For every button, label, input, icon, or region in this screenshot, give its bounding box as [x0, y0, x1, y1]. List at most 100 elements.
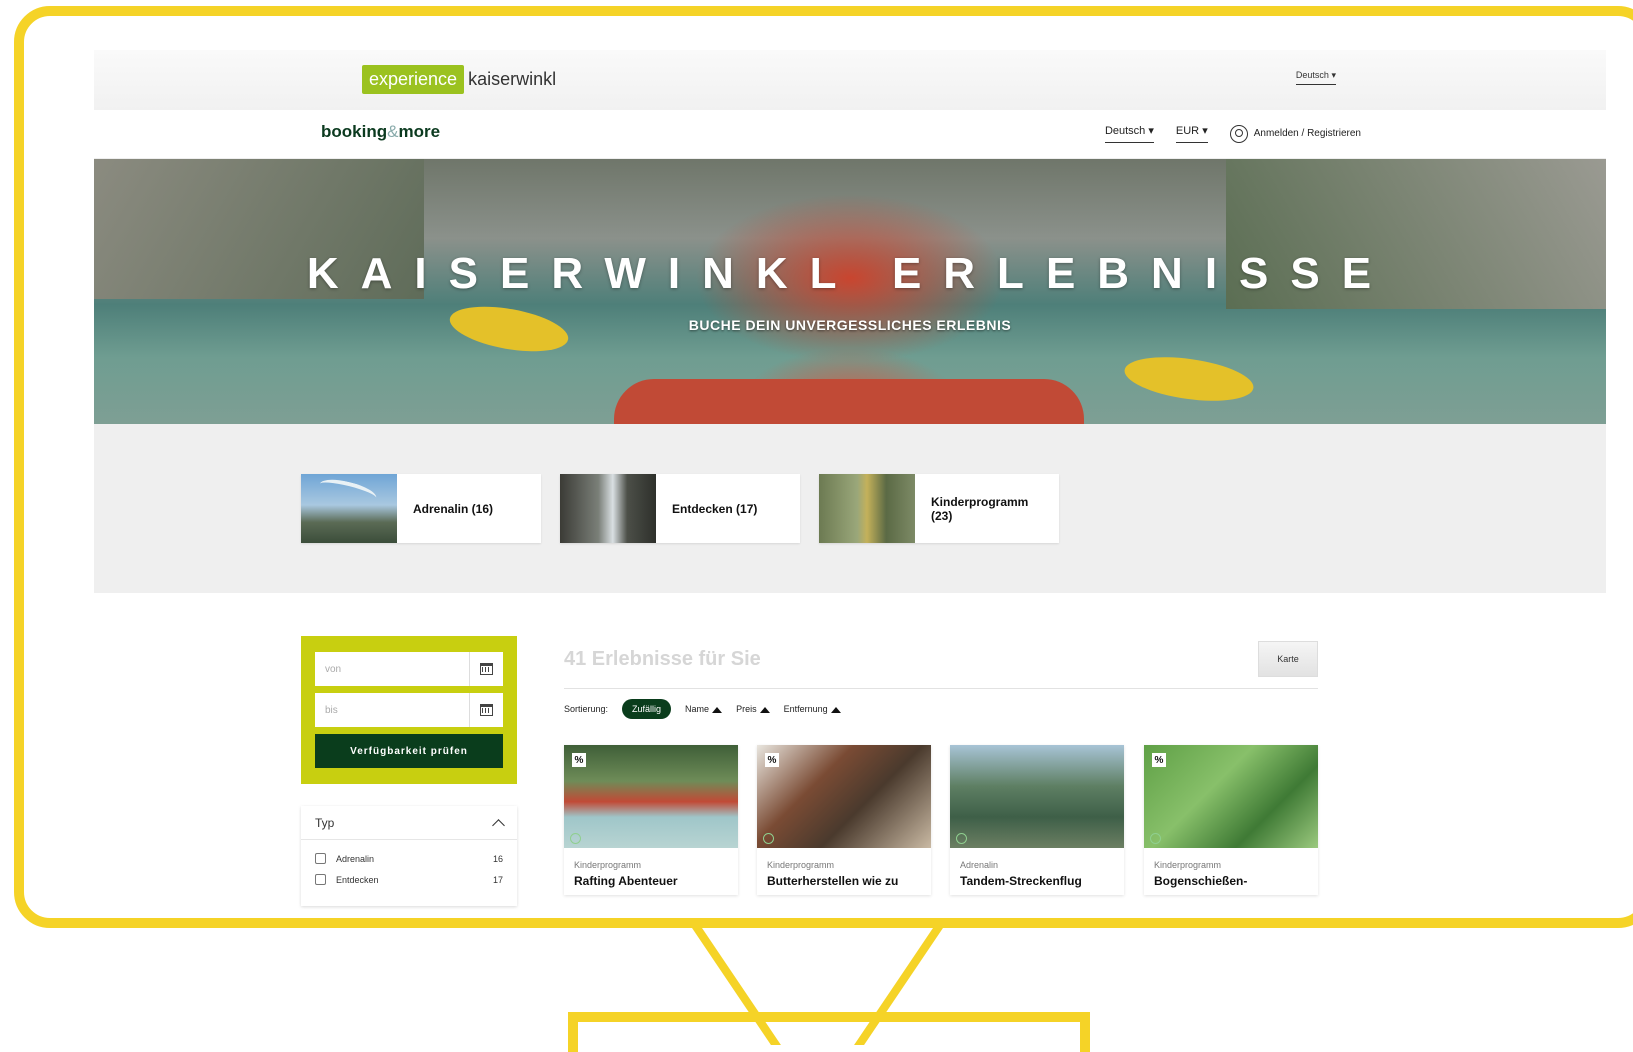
chevron-up-icon [492, 818, 505, 832]
language-select[interactable]: Deutsch ▾ [1104, 124, 1154, 143]
booking-more-logo[interactable]: booking&more [321, 122, 440, 142]
login-label: Anmelden / Registrieren [1253, 128, 1361, 139]
logo-experience: experience [362, 64, 465, 94]
category-thumb-waterfall [560, 474, 656, 543]
category-thumb-paraglider [301, 474, 397, 543]
calendar-icon [480, 704, 493, 716]
checkbox[interactable] [315, 853, 326, 864]
date-from-calendar-button[interactable] [469, 652, 503, 686]
type-filter-option[interactable]: Entdecken 17 [301, 869, 517, 890]
check-availability-button[interactable]: Verfügbarkeit prüfen [315, 734, 503, 768]
zoom-icon[interactable] [570, 833, 581, 844]
logo-amp: & [387, 122, 399, 141]
checkbox[interactable] [315, 874, 326, 885]
login-link[interactable]: Anmelden / Registrieren [1229, 124, 1361, 143]
type-filter-option[interactable]: Adrenalin 16 [301, 848, 517, 869]
monitor-frame: experience kaiserwinkl Deutsch ▾ booking… [14, 6, 1633, 928]
card-title: Butterherstellen wie zu [767, 874, 899, 888]
logo-kaiserwinkl: kaiserwinkl [468, 68, 557, 89]
language-label: Deutsch [1104, 125, 1146, 137]
card-category: Adrenalin [960, 860, 999, 870]
date-to-input[interactable] [315, 693, 469, 727]
sort-asc-icon [712, 706, 723, 713]
brand-language-select[interactable]: Deutsch ▾ [1295, 70, 1336, 85]
sort-price-button[interactable]: Preis [736, 704, 770, 714]
experience-card[interactable]: % Kinderprogramm Butterherstellen wie zu [757, 745, 931, 895]
experience-card[interactable]: Adrenalin Tandem-Streckenflug [950, 745, 1124, 895]
logo-more: more [398, 122, 441, 141]
sort-asc-icon [830, 706, 841, 713]
map-button[interactable]: Karte [1258, 641, 1318, 677]
results-divider [564, 688, 1318, 689]
type-option-label: Adrenalin [336, 853, 375, 864]
hero-paddle-right [1121, 350, 1257, 408]
experience-kaiserwinkl-logo[interactable]: experience kaiserwinkl [362, 64, 556, 94]
sort-option-label: Preis [736, 704, 757, 714]
browser-screen: experience kaiserwinkl Deutsch ▾ booking… [94, 50, 1606, 918]
card-image-paragliding [950, 745, 1124, 848]
currency-label: EUR [1175, 125, 1200, 137]
experience-card[interactable]: % Kinderprogramm Rafting Abenteuer [564, 745, 738, 895]
header-nav: Deutsch ▾ EUR ▾ Anmelden / Registrieren [1104, 124, 1361, 143]
category-thumb-forest [819, 474, 915, 543]
calendar-icon [480, 663, 493, 675]
experience-card[interactable]: % Kinderprogramm Bogenschießen- [1144, 745, 1318, 895]
sort-random-button[interactable]: Zufällig [622, 699, 672, 719]
monitor-stand-base [568, 1012, 1090, 1052]
discount-badge: % [572, 753, 586, 767]
device-illustration: experience kaiserwinkl Deutsch ▾ booking… [0, 0, 1633, 1052]
brand-bar: experience kaiserwinkl Deutsch ▾ [94, 50, 1606, 110]
type-option-label: Entdecken [336, 874, 379, 885]
sort-option-label: Entfernung [783, 704, 828, 714]
availability-filter: Verfügbarkeit prüfen [301, 636, 517, 784]
brand-language-label: Deutsch [1295, 70, 1329, 80]
category-strip: Adrenalin (16) Entdecken (17) Kinderprog… [94, 424, 1606, 593]
card-title: Bogenschießen- [1154, 874, 1248, 888]
results-heading: 41 Erlebnisse für Sie [564, 648, 761, 670]
sort-name-button[interactable]: Name [685, 704, 723, 714]
results-section: Verfügbarkeit prüfen Typ Adrenalin 16 [94, 593, 1606, 906]
type-filter-title: Typ [315, 815, 335, 830]
booking-header: booking&more Deutsch ▾ EUR ▾ Anmelden / … [94, 110, 1606, 159]
card-image-rafting: % [564, 745, 738, 848]
caret-down-icon: ▾ [1202, 125, 1208, 137]
discount-badge: % [1152, 753, 1166, 767]
sort-distance-button[interactable]: Entfernung [784, 704, 841, 714]
category-label: Adrenalin (16) [413, 501, 494, 516]
date-from-input[interactable] [315, 652, 469, 686]
card-title: Rafting Abenteuer [574, 874, 678, 888]
hero-title: KAISERWINKL ERLEBNISSE [306, 249, 1394, 298]
card-category: Kinderprogramm [574, 860, 642, 870]
user-icon [1229, 124, 1248, 143]
zoom-icon[interactable] [956, 833, 967, 844]
date-to-calendar-button[interactable] [469, 693, 503, 727]
category-card-entdecken[interactable]: Entdecken (17) [560, 474, 800, 543]
currency-select[interactable]: EUR ▾ [1175, 124, 1208, 143]
logo-booking: booking [321, 122, 388, 141]
card-category: Kinderprogramm [767, 860, 835, 870]
type-option-count: 17 [492, 874, 503, 885]
hero-subtitle: BUCHE DEIN UNVERGESSLICHES ERLEBNIS [688, 317, 1012, 333]
category-label: Entdecken (17) [672, 501, 758, 516]
category-card-kinderprogramm[interactable]: Kinderprogramm (23) [819, 474, 1059, 543]
card-image-archery: % [1144, 745, 1318, 848]
category-label: Kinderprogramm (23) [931, 494, 1029, 523]
sort-label: Sortierung: [564, 704, 609, 714]
zoom-icon[interactable] [1150, 833, 1161, 844]
date-from-field [315, 652, 503, 686]
caret-down-icon: ▾ [1331, 70, 1336, 80]
type-filter-header[interactable]: Typ [301, 806, 517, 840]
card-image-butter: % [757, 745, 931, 848]
category-card-adrenalin[interactable]: Adrenalin (16) [301, 474, 541, 543]
sort-bar: Sortierung: Zufällig Name Preis Entfernu… [564, 699, 841, 719]
type-option-count: 16 [492, 853, 503, 864]
card-category: Kinderprogramm [1154, 860, 1222, 870]
zoom-icon[interactable] [763, 833, 774, 844]
discount-badge: % [765, 753, 779, 767]
sort-asc-icon [759, 706, 770, 713]
caret-down-icon: ▾ [1148, 125, 1154, 137]
hero-banner: KAISERWINKL ERLEBNISSE BUCHE DEIN UNVERG… [94, 159, 1606, 424]
date-to-field [315, 693, 503, 727]
card-title: Tandem-Streckenflug [960, 874, 1082, 888]
sort-option-label: Name [685, 704, 710, 714]
